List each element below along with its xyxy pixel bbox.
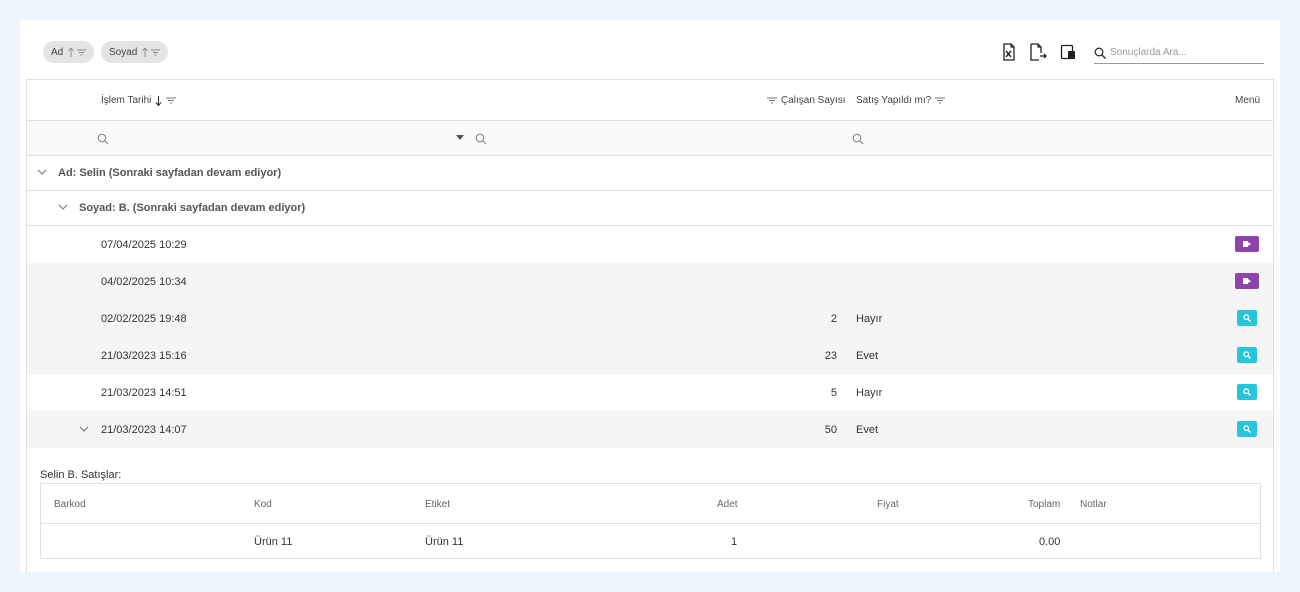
date-cell: 02/02/2025 19:48 bbox=[101, 313, 187, 325]
edit-button[interactable] bbox=[1235, 273, 1259, 289]
group-chip-label: Ad bbox=[51, 46, 64, 58]
column-chooser-icon bbox=[1060, 44, 1075, 60]
qty-cell: 1 bbox=[731, 536, 738, 548]
view-button[interactable] bbox=[1237, 310, 1257, 326]
group-label: Ad: Selin (Sonraki sayfadan devam ediyor… bbox=[58, 167, 282, 179]
detail-title: Selin B. Satışlar: bbox=[40, 469, 122, 481]
label-cell: Ürün 11 bbox=[425, 536, 464, 548]
detail-grid: Barkod Kod Etiket Adet Fiyat Toplam Notl… bbox=[40, 483, 1261, 559]
code-cell: Ürün 11 bbox=[254, 536, 293, 548]
group-chip-label: Soyad bbox=[109, 46, 138, 58]
dropdown-caret-icon[interactable] bbox=[456, 135, 464, 141]
search-icon[interactable] bbox=[475, 133, 487, 145]
total-cell: 0.00 bbox=[1039, 536, 1061, 548]
date-cell: 07/04/2025 10:29 bbox=[101, 239, 187, 251]
table-row[interactable]: 21/03/2023 14:51 5 Hayır bbox=[27, 374, 1273, 411]
filter-row bbox=[27, 121, 1273, 156]
group-chip-soyad[interactable]: Soyad bbox=[101, 41, 169, 63]
excel-file-icon bbox=[1003, 43, 1015, 61]
filter-icon[interactable] bbox=[166, 97, 177, 104]
sale-cell: Evet bbox=[856, 424, 879, 436]
column-chooser-button[interactable] bbox=[1059, 43, 1077, 61]
count-cell: 5 bbox=[830, 387, 837, 399]
group-row-soyad[interactable]: Soyad: B. (Sonraki sayfadan devam ediyor… bbox=[27, 191, 1273, 226]
export-pdf-button[interactable] bbox=[1029, 43, 1047, 61]
zoom-icon bbox=[1243, 351, 1251, 359]
date-cell: 21/03/2023 15:16 bbox=[101, 350, 187, 362]
table-row[interactable]: 21/03/2023 15:16 23 Evet bbox=[27, 337, 1273, 374]
date-cell: 04/02/2025 10:34 bbox=[101, 276, 187, 288]
search-icon[interactable] bbox=[97, 133, 109, 145]
column-header-employees[interactable]: Çalışan Sayısı bbox=[767, 95, 845, 106]
group-row-ad[interactable]: Ad: Selin (Sonraki sayfadan devam ediyor… bbox=[27, 156, 1273, 191]
column-header-code[interactable]: Kod bbox=[254, 499, 272, 510]
grid-toolbar: Ad Soyad bbox=[20, 20, 1280, 80]
chevron-down-icon[interactable] bbox=[58, 203, 68, 211]
table-row[interactable]: 04/02/2025 10:34 bbox=[27, 263, 1273, 300]
zoom-icon bbox=[1243, 388, 1251, 396]
view-button[interactable] bbox=[1237, 421, 1257, 437]
sale-cell: Evet bbox=[856, 350, 879, 362]
column-header-label[interactable]: Etiket bbox=[425, 499, 450, 510]
column-header-barcode[interactable]: Barkod bbox=[54, 499, 86, 510]
column-header-qty[interactable]: Adet bbox=[717, 499, 738, 510]
column-header-notes[interactable]: Notlar bbox=[1080, 499, 1107, 510]
zoom-icon bbox=[1243, 314, 1251, 322]
data-grid-panel: Ad Soyad Sonuçlarda Ara... İşlem Tarihi … bbox=[20, 20, 1280, 572]
table-row[interactable]: 07/04/2025 10:29 bbox=[27, 226, 1273, 263]
search-icon[interactable] bbox=[852, 133, 864, 145]
edit-icon bbox=[1243, 278, 1251, 284]
edit-button[interactable] bbox=[1235, 236, 1259, 252]
column-header-menu: Menü bbox=[1235, 95, 1261, 106]
sort-up-icon[interactable] bbox=[68, 47, 75, 57]
chevron-down-icon[interactable] bbox=[37, 168, 47, 176]
edit-icon bbox=[1243, 241, 1251, 247]
chevron-down-icon[interactable] bbox=[79, 425, 89, 433]
count-cell: 2 bbox=[830, 313, 837, 325]
filter-icon[interactable] bbox=[77, 49, 87, 56]
group-chip-ad[interactable]: Ad bbox=[43, 41, 95, 63]
filter-icon[interactable] bbox=[767, 97, 777, 104]
main-grid: İşlem Tarihi Çalışan Sayısı Satış Yapıld… bbox=[26, 79, 1274, 572]
column-header-sale[interactable]: Satış Yapıldı mı? bbox=[856, 95, 946, 106]
sale-cell: Hayır bbox=[856, 387, 883, 399]
column-header-price[interactable]: Fiyat bbox=[877, 499, 899, 510]
search-icon bbox=[1094, 47, 1106, 59]
column-header-date[interactable]: İşlem Tarihi bbox=[101, 95, 177, 106]
count-cell: 23 bbox=[824, 350, 837, 362]
date-cell: 21/03/2023 14:51 bbox=[101, 387, 187, 399]
view-button[interactable] bbox=[1237, 347, 1257, 363]
pdf-export-icon bbox=[1030, 43, 1047, 61]
group-label: Soyad: B. (Sonraki sayfadan devam ediyor… bbox=[79, 202, 306, 214]
sale-cell: Hayır bbox=[856, 313, 883, 325]
export-excel-button[interactable] bbox=[1000, 43, 1018, 61]
table-row[interactable]: 02/02/2025 19:48 2 Hayır bbox=[27, 300, 1273, 337]
grid-header: İşlem Tarihi Çalışan Sayısı Satış Yapıld… bbox=[27, 80, 1273, 121]
search-input[interactable] bbox=[1110, 47, 1255, 58]
zoom-icon bbox=[1243, 425, 1251, 433]
count-cell: 50 bbox=[824, 424, 837, 436]
detail-grid-header: Barkod Kod Etiket Adet Fiyat Toplam Notl… bbox=[41, 484, 1260, 524]
filter-icon[interactable] bbox=[935, 97, 946, 104]
column-header-total[interactable]: Toplam bbox=[1028, 499, 1060, 510]
filter-icon[interactable] bbox=[151, 49, 161, 56]
view-button[interactable] bbox=[1237, 384, 1257, 400]
detail-panel: Selin B. Satışlar: Barkod Kod Etiket Ade… bbox=[27, 449, 1273, 572]
table-row-expanded[interactable]: 21/03/2023 14:07 50 Evet bbox=[27, 411, 1273, 448]
sort-up-icon[interactable] bbox=[142, 47, 149, 57]
date-cell: 21/03/2023 14:07 bbox=[101, 424, 187, 436]
grid-search[interactable] bbox=[1094, 42, 1264, 64]
sort-down-icon[interactable] bbox=[155, 95, 162, 106]
